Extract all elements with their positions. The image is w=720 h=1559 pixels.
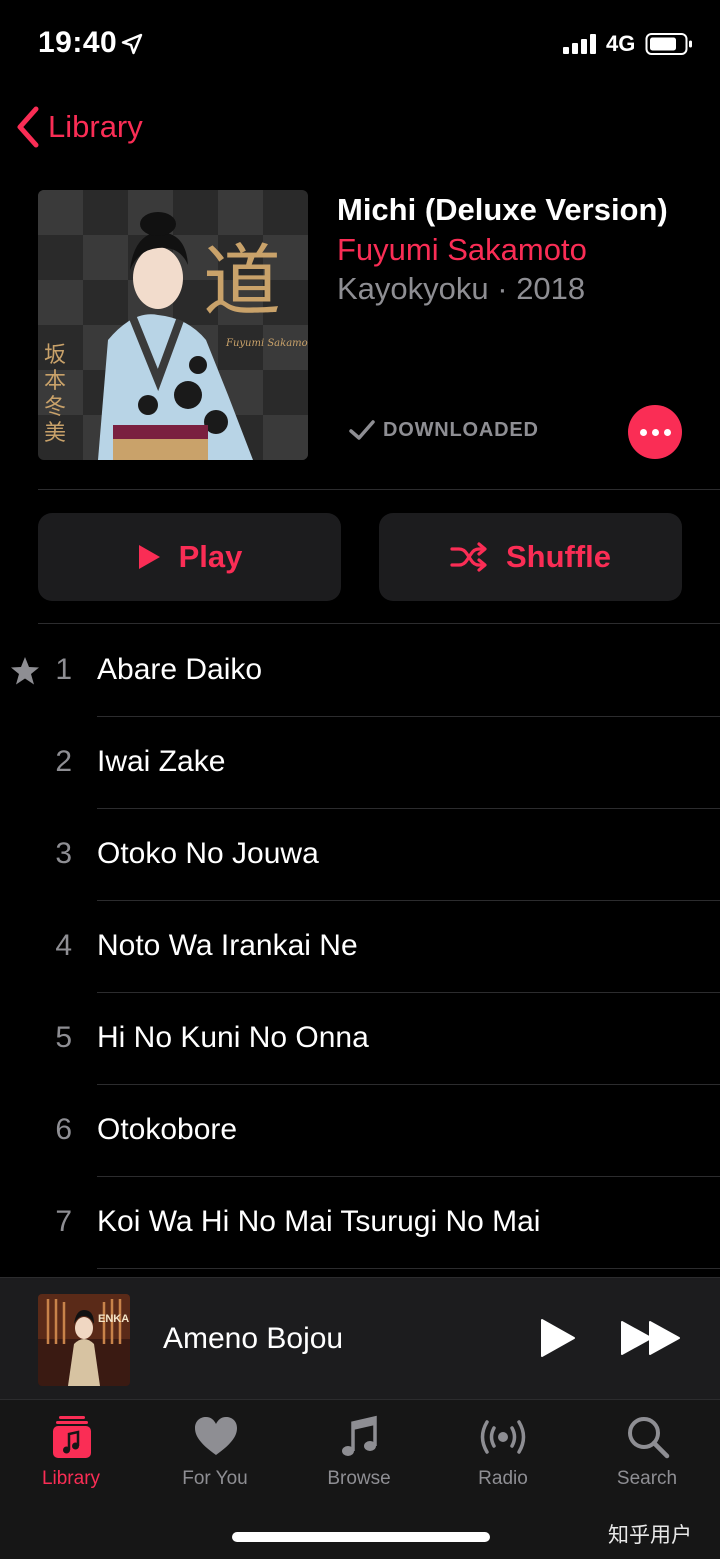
library-icon xyxy=(53,1416,91,1458)
now-playing-title: Ameno Bojou xyxy=(163,1322,344,1355)
track-title: Abare Daiko xyxy=(97,653,263,686)
cover-signature: Fuyumi Sakamoto xyxy=(225,338,308,349)
tab-radio[interactable]: Radio xyxy=(443,1412,563,1502)
track-title: Noto Wa Irankai Ne xyxy=(97,929,358,962)
watermark: 知乎用户 xyxy=(608,1524,692,1547)
track-title: Koi Wa Hi No Mai Tsurugi No Mai xyxy=(97,1205,541,1238)
track-number: 1 xyxy=(55,653,72,686)
track-title: Otokobore xyxy=(97,1113,238,1146)
ellipsis-icon xyxy=(663,428,671,436)
status-time: 19:40 xyxy=(38,26,118,59)
album-artist-link[interactable]: Fuyumi Sakamoto xyxy=(337,232,587,268)
cover-kanji-artist: 坂 xyxy=(44,343,66,368)
radio-broadcast-icon xyxy=(480,1420,526,1454)
download-status-label: DOWNLOADED xyxy=(383,418,539,441)
track-number: 4 xyxy=(55,929,72,962)
track-list: 1 Abare Daiko 2 Iwai Zake 3 Otoko No Jouwa 4 No… xyxy=(0,625,720,1269)
tab-library[interactable]: Library xyxy=(11,1412,131,1502)
back-button[interactable]: Library xyxy=(14,104,143,150)
track-row[interactable]: 4 Noto Wa Irankai Ne xyxy=(0,901,720,993)
track-row[interactable]: 6 Otokobore xyxy=(0,1085,720,1177)
mini-player[interactable]: ENKA Ameno Bojou xyxy=(0,1277,720,1399)
ellipsis-icon xyxy=(639,428,647,436)
heart-icon xyxy=(195,1417,237,1455)
tab-label: Library xyxy=(41,1468,101,1489)
battery-icon xyxy=(645,33,692,55)
now-playing-art: ENKA xyxy=(38,1294,130,1386)
fast-forward-icon[interactable] xyxy=(620,1320,682,1356)
divider xyxy=(38,623,720,624)
tab-search[interactable]: Search xyxy=(587,1412,707,1502)
track-number: 7 xyxy=(55,1205,72,1238)
play-button[interactable]: Play xyxy=(38,513,341,601)
track-title: Iwai Zake xyxy=(97,745,226,778)
album-cover[interactable]: 道 Fuyumi Sakamoto 坂 本 冬 美 xyxy=(38,190,308,460)
album-title: Michi (Deluxe Version) xyxy=(337,192,668,227)
track-title: Hi No Kuni No Onna xyxy=(97,1021,369,1054)
album-screen: 19:40 4G Library 道 Fuyumi Sakamo 坂 本 冬 美… xyxy=(0,0,720,1559)
tab-label: Search xyxy=(616,1468,678,1489)
home-indicator[interactable] xyxy=(232,1532,490,1542)
chevron-left-icon xyxy=(17,106,39,148)
track-row[interactable]: 5 Hi No Kuni No Onna xyxy=(0,993,720,1085)
album-genre-year: Kayokyoku · 2018 xyxy=(337,271,586,306)
ellipsis-icon xyxy=(651,428,659,436)
divider xyxy=(38,489,720,490)
track-title: Otoko No Jouwa xyxy=(97,837,319,870)
play-icon[interactable] xyxy=(537,1318,577,1358)
now-playing-art-text: ENKA xyxy=(98,1313,129,1325)
cover-kanji-title: 道 xyxy=(203,237,281,327)
more-options-button[interactable] xyxy=(628,405,682,459)
shuffle-button[interactable]: Shuffle xyxy=(379,513,682,601)
cover-kanji-artist: 冬 xyxy=(44,395,66,420)
tab-label: For You xyxy=(182,1468,248,1489)
now-playing-artwork[interactable]: ENKA xyxy=(38,1294,130,1386)
cover-kanji-artist: 本 xyxy=(44,369,66,394)
track-row[interactable]: 2 Iwai Zake xyxy=(0,717,720,809)
signal-bars-icon xyxy=(563,34,596,54)
track-number: 2 xyxy=(55,745,72,778)
network-type: 4G xyxy=(606,31,636,56)
play-icon xyxy=(138,545,160,569)
track-number: 6 xyxy=(55,1113,72,1146)
track-row[interactable]: 3 Otoko No Jouwa xyxy=(0,809,720,901)
tab-label: Radio xyxy=(478,1468,528,1489)
download-status: DOWNLOADED xyxy=(348,418,539,442)
tab-for-you[interactable]: For You xyxy=(155,1412,275,1502)
track-separator xyxy=(97,1268,720,1269)
cover-kanji-artist: 美 xyxy=(44,421,66,446)
checkmark-icon xyxy=(349,420,375,440)
track-row[interactable]: 7 Koi Wa Hi No Mai Tsurugi No Mai xyxy=(0,1177,720,1269)
track-number: 5 xyxy=(55,1021,72,1054)
track-number: 3 xyxy=(55,837,72,870)
play-label: Play xyxy=(178,539,243,574)
tab-browse[interactable]: Browse xyxy=(299,1412,419,1502)
location-arrow-icon xyxy=(121,33,143,55)
album-cover-art: 道 Fuyumi Sakamoto 坂 本 冬 美 xyxy=(38,190,308,460)
search-icon xyxy=(628,1417,670,1459)
track-row[interactable]: 1 Abare Daiko xyxy=(0,625,720,717)
tab-label: Browse xyxy=(327,1468,391,1489)
music-note-icon xyxy=(342,1415,377,1456)
back-label: Library xyxy=(48,109,143,144)
shuffle-icon xyxy=(450,542,487,572)
shuffle-label: Shuffle xyxy=(505,539,612,574)
